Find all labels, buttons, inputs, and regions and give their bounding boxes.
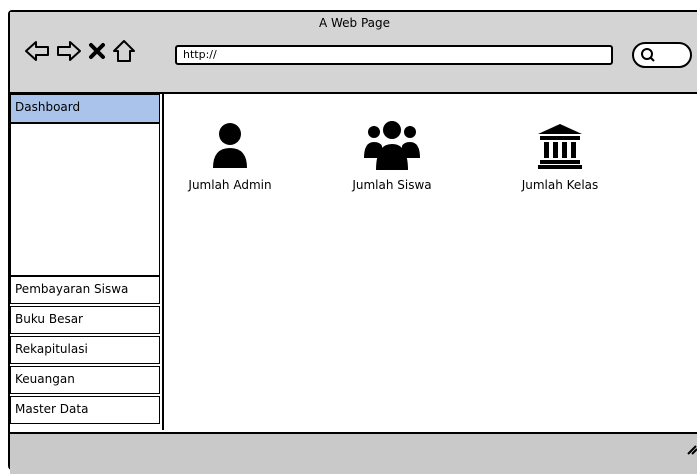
- sidebar-item-keuangan[interactable]: Keuangan: [10, 366, 160, 394]
- institution-icon: [538, 124, 582, 169]
- card-label: Jumlah Siswa: [352, 178, 432, 192]
- browser-window: A Web Page http:// Dashboard Pembayaran …: [8, 10, 697, 474]
- page: A Web Page http:// Dashboard Pembayaran …: [0, 0, 697, 474]
- sidebar-item-buku-besar[interactable]: Buku Besar: [10, 306, 160, 334]
- sidebar-blank-area: [10, 124, 160, 276]
- user-icon: [213, 123, 247, 168]
- sidebar-item-dashboard[interactable]: Dashboard: [10, 94, 160, 124]
- card-jumlah-kelas[interactable]: Jumlah Kelas: [490, 120, 630, 192]
- card-label: Jumlah Admin: [188, 178, 272, 192]
- dashboard-content: Jumlah Admin Jumlah Siswa Jumlah Kelas: [162, 94, 697, 430]
- back-arrow-icon[interactable]: [24, 40, 50, 62]
- status-bar: [10, 432, 697, 474]
- navigation-controls: [24, 38, 136, 64]
- resize-grip-icon[interactable]: [684, 440, 697, 459]
- home-icon[interactable]: [112, 39, 136, 63]
- sidebar-item-rekapitulasi[interactable]: Rekapitulasi: [10, 336, 160, 364]
- card-jumlah-admin[interactable]: Jumlah Admin: [160, 120, 300, 192]
- card-label: Jumlah Kelas: [521, 178, 599, 192]
- sidebar-item-master-data[interactable]: Master Data: [10, 396, 160, 424]
- card-jumlah-siswa[interactable]: Jumlah Siswa: [322, 120, 462, 192]
- browser-toolbar: A Web Page http://: [10, 12, 697, 94]
- close-icon[interactable]: [88, 42, 106, 60]
- url-input[interactable]: http://: [175, 45, 613, 65]
- sidebar-item-pembayaran-siswa[interactable]: Pembayaran Siswa: [10, 276, 160, 304]
- users-group-icon: [364, 121, 420, 170]
- window-title: A Web Page: [318, 16, 391, 30]
- search-button[interactable]: [632, 42, 692, 68]
- search-icon: [641, 48, 655, 62]
- forward-arrow-icon[interactable]: [56, 40, 82, 62]
- sidebar: Dashboard Pembayaran Siswa Buku Besar Re…: [10, 94, 162, 430]
